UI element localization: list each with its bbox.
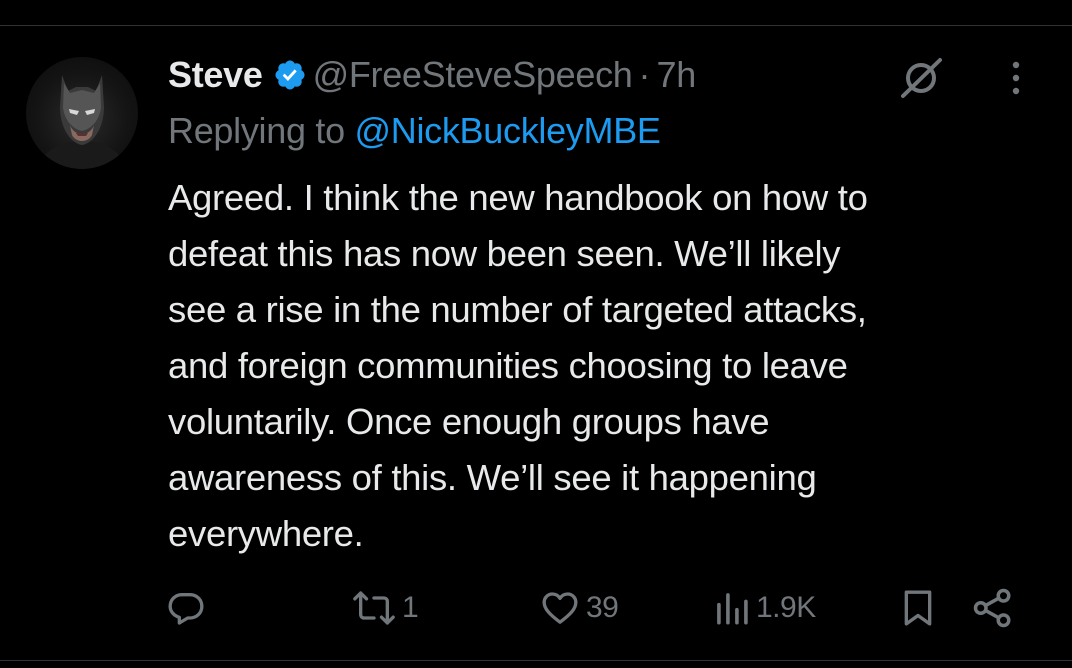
retweet-count: 1 [402, 591, 419, 624]
tweet-text-line: see a rise in the number of targeted att… [168, 289, 867, 330]
bookmark-icon [904, 590, 932, 626]
tweet-text-line: and foreign communities choosing to leav… [168, 345, 848, 386]
like-count: 39 [586, 591, 619, 624]
timestamp[interactable]: 7h [657, 54, 697, 96]
tweet-text: Agreed. I think the new handbook on how … [168, 170, 1048, 562]
batman-avatar-icon [36, 75, 128, 169]
replying-to: Replying to @NickBuckleyMBE [168, 110, 661, 152]
separator-dot: · [638, 54, 651, 95]
share-button[interactable] [972, 580, 1014, 636]
like-button[interactable]: 39 [540, 580, 619, 636]
grok-icon[interactable] [896, 56, 946, 100]
action-bar: 1 39 1.9K [0, 580, 1072, 636]
tweet-text-line: voluntarily. Once enough groups have [168, 401, 770, 442]
tweet-text-line: everywhere. [168, 513, 364, 554]
views-count: 1.9K [756, 591, 816, 624]
retweet-button[interactable]: 1 [352, 580, 419, 636]
author-handle[interactable]: @FreeSteveSpeech [313, 54, 633, 96]
views-icon [717, 593, 748, 625]
bookmark-button[interactable] [898, 580, 938, 636]
tweet-header: Steve @FreeSteveSpeech · 7h [168, 52, 696, 98]
top-divider [0, 25, 1072, 26]
tweet-text-line: Agreed. I think the new handbook on how … [168, 177, 868, 218]
replying-to-label: Replying to [168, 110, 345, 151]
verified-badge-icon[interactable] [273, 58, 307, 92]
views-button[interactable]: 1.9K [714, 580, 816, 636]
share-icon [973, 588, 1011, 628]
replying-to-mention-link[interactable]: @NickBuckleyMBE [355, 110, 661, 151]
avatar[interactable] [26, 57, 138, 169]
heart-icon [542, 592, 578, 624]
tweet-text-line: defeat this has now been seen. We’ll lik… [168, 233, 841, 274]
tweet-text-line: awareness of this. We’ll see it happenin… [168, 457, 817, 498]
retweet-icon [353, 591, 395, 625]
author-display-name[interactable]: Steve [168, 54, 263, 96]
reply-icon [168, 593, 204, 625]
reply-button[interactable] [166, 580, 212, 636]
more-options-icon[interactable] [1004, 60, 1028, 96]
bottom-divider [0, 660, 1072, 661]
